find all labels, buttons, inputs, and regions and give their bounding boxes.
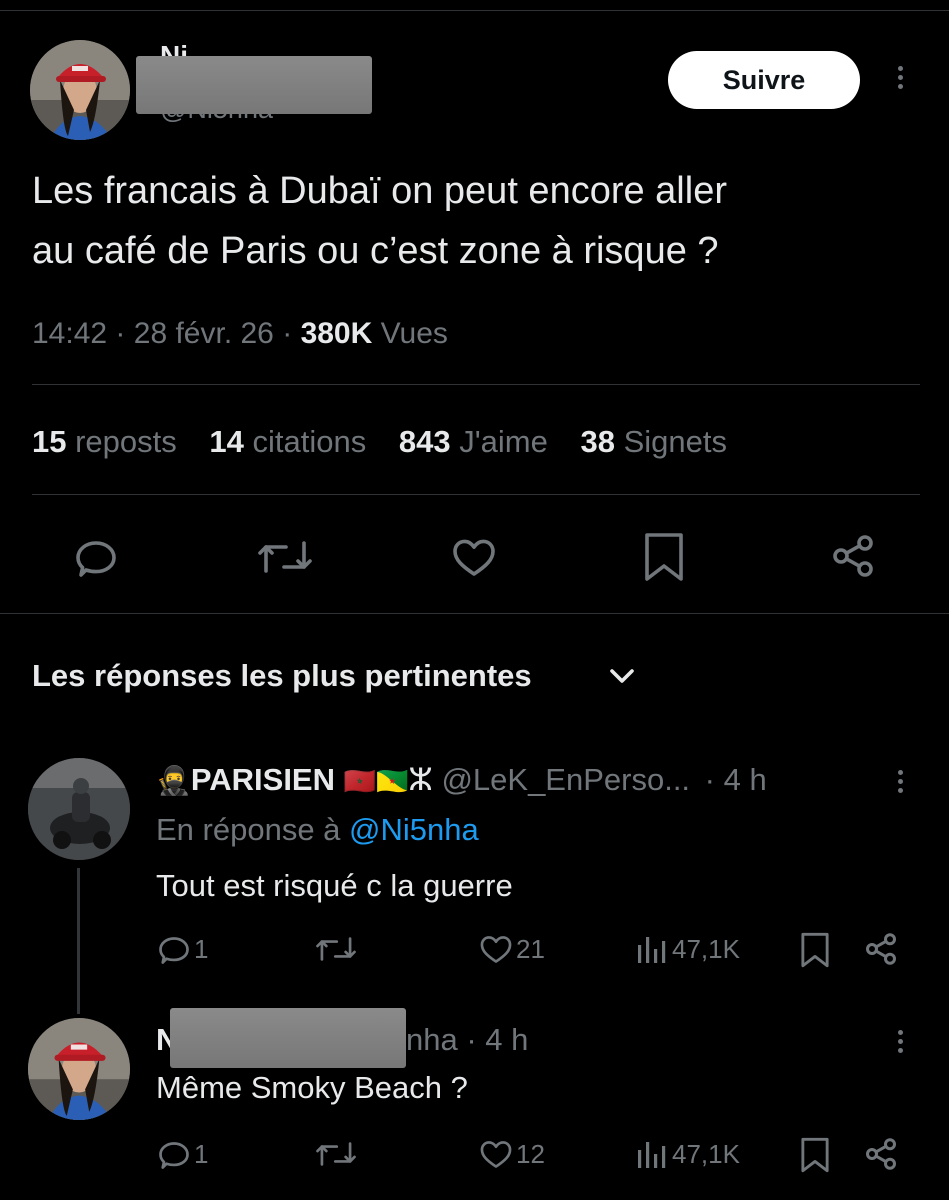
divider — [32, 384, 920, 385]
divider — [32, 494, 920, 495]
likes-stat[interactable]: 843 J'aime — [399, 424, 548, 459]
reply-action-bookmark[interactable] — [800, 1136, 830, 1179]
reposts-label: reposts — [75, 424, 177, 459]
reply-count: 1 — [194, 933, 209, 964]
in-reply-to: En réponse à @Ni5nha — [156, 810, 479, 850]
views-count: 47,1K — [672, 933, 740, 964]
redaction-box — [136, 56, 372, 114]
views-count: 47,1K — [672, 1138, 740, 1169]
reply-action-share[interactable] — [863, 931, 899, 972]
ninja-emoji: 🥷 — [156, 765, 191, 796]
flag-emojis: 🇲🇦🇬🇫 — [343, 766, 409, 796]
tweet-time[interactable]: 14:42 — [32, 317, 107, 350]
bookmark-icon — [801, 932, 829, 968]
like-icon[interactable] — [450, 534, 498, 580]
chevron-down-icon[interactable] — [608, 664, 636, 688]
views-label: Vues — [380, 317, 448, 350]
reply-icon — [159, 937, 189, 964]
in-reply-prefix: En réponse à — [156, 812, 341, 847]
reply-avatar-photo — [28, 758, 130, 860]
divider — [0, 613, 949, 614]
reply-action-repost[interactable] — [316, 1136, 356, 1177]
replies-sort-label[interactable]: Les réponses les plus pertinentes — [32, 656, 532, 696]
reply-time[interactable]: · 4 h — [466, 1022, 528, 1057]
reposts-count: 15 — [32, 424, 67, 459]
tweet-meta: 14:42 · 28 févr. 26 · 380K Vues — [32, 314, 448, 354]
bookmark-icon[interactable] — [643, 531, 685, 583]
views-icon — [638, 1142, 666, 1168]
meta-separator: · — [115, 317, 126, 350]
top-divider — [0, 10, 949, 11]
quotes-stat[interactable]: 14 citations — [209, 424, 366, 459]
in-reply-handle[interactable]: @Ni5nha — [349, 812, 479, 847]
quotes-label: citations — [252, 424, 367, 459]
tweet-text-line1: Les francais à Dubaï on peut encore alle… — [32, 170, 727, 212]
reply-action-share[interactable] — [863, 1136, 899, 1177]
bookmarks-count: 38 — [580, 424, 615, 459]
stats-row: 15 reposts 14 citations 843 J'aime 38 Si… — [32, 422, 727, 462]
author-avatar[interactable] — [30, 40, 130, 140]
more-options-icon[interactable] — [888, 766, 912, 797]
reply-icon[interactable] — [72, 533, 120, 581]
reply-action-like[interactable]: 21 — [478, 931, 545, 967]
share-icon — [866, 1138, 896, 1170]
reply-avatar[interactable] — [28, 1018, 130, 1120]
meta-separator: · — [282, 317, 293, 350]
reply-avatar[interactable] — [28, 758, 130, 860]
reply-header: 🥷PARISIEN 🇲🇦🇬🇫ⵣ @LeK_EnPerso... · 4 h — [156, 760, 767, 801]
reply-action-views[interactable]: 47,1K — [636, 1136, 740, 1172]
like-icon — [480, 936, 512, 963]
reply-action-views[interactable]: 47,1K — [636, 931, 740, 967]
reply-time[interactable]: · 4 h — [705, 762, 767, 797]
reply-action-bookmark[interactable] — [800, 931, 830, 974]
likes-count: 843 — [398, 424, 451, 459]
like-count: 12 — [516, 1138, 545, 1169]
more-options-icon[interactable] — [888, 62, 912, 93]
repost-icon — [316, 937, 356, 961]
reply-author-handle[interactable]: @LeK_EnPerso... — [441, 762, 690, 797]
likes-label: J'aime — [459, 424, 548, 459]
like-icon — [480, 1141, 512, 1168]
share-icon[interactable] — [829, 532, 877, 580]
follow-button[interactable]: Suivre — [668, 51, 860, 109]
reply-author-handle[interactable]: nha — [406, 1022, 458, 1057]
reply-action-like[interactable]: 12 — [478, 1136, 545, 1172]
tweet-date[interactable]: 28 févr. 26 — [134, 317, 274, 350]
bookmark-icon — [801, 1137, 829, 1173]
share-icon — [866, 933, 896, 965]
repost-icon[interactable] — [258, 533, 312, 581]
reply-count: 1 — [194, 1138, 209, 1169]
bookmarks-stat[interactable]: 38 Signets — [580, 424, 727, 459]
thread-line — [77, 868, 80, 1014]
reply-action-repost[interactable] — [316, 931, 356, 972]
views-icon — [638, 937, 666, 963]
quotes-count: 14 — [209, 424, 244, 459]
views-count: 380K — [300, 317, 373, 350]
reply-header: nha · 4 h — [406, 1020, 528, 1060]
avatar-photo — [28, 1018, 130, 1120]
tweet-text-line2: au café de Paris ou c’est zone à risque … — [32, 230, 719, 272]
more-options-icon[interactable] — [888, 1026, 912, 1057]
like-count: 21 — [516, 933, 545, 964]
reply-text: Tout est risqué c la guerre — [156, 868, 513, 903]
redaction-box — [170, 1008, 406, 1068]
reply-action-reply[interactable]: 1 — [156, 931, 208, 967]
repost-icon — [316, 1142, 356, 1166]
reply-action-reply[interactable]: 1 — [156, 1136, 208, 1172]
reply-text: Même Smoky Beach ? — [156, 1070, 468, 1105]
avatar-photo — [30, 40, 130, 140]
reply-author-name[interactable]: PARISIEN — [191, 762, 335, 797]
tifinagh-symbol: ⵣ — [408, 762, 433, 797]
reply-icon — [159, 1142, 189, 1169]
reposts-stat[interactable]: 15 reposts — [32, 424, 177, 459]
bookmarks-label: Signets — [623, 424, 727, 459]
